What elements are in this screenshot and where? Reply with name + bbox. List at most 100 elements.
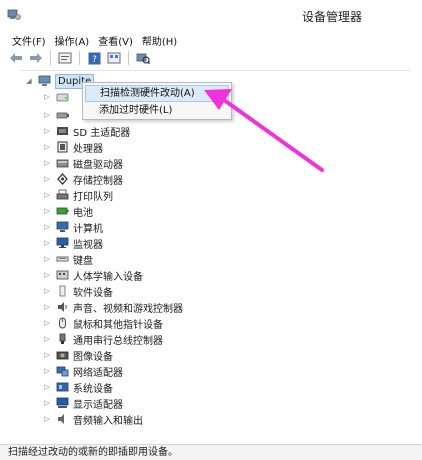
properties-button[interactable] [57, 50, 73, 66]
expand-icon[interactable]: ▷ [42, 335, 52, 343]
tree-item-label: 网络适配器 [73, 367, 123, 379]
tree-item-software-device[interactable]: ▷ 软件设备 [42, 283, 113, 299]
expand-icon[interactable]: ▷ [42, 399, 52, 407]
tree-item-disk-drive[interactable]: ▷ 磁盘驱动器 [42, 155, 123, 171]
tree-item-camera[interactable]: ▷ 图像设备 [42, 347, 113, 363]
expand-icon[interactable]: ▷ [42, 351, 52, 359]
menu-action[interactable]: 操作(A) [51, 31, 95, 48]
audio-io-icon [56, 413, 69, 426]
expand-icon[interactable]: ▷ [42, 319, 52, 327]
tree-item-label: 磁盘驱动器 [73, 159, 123, 171]
forward-button[interactable] [28, 50, 44, 66]
expand-icon[interactable]: ▷ [42, 303, 52, 311]
tree-item-sd-adapter[interactable]: ▷ SD 主适配器 [42, 123, 130, 139]
tree-item-label: 电池 [73, 207, 93, 219]
tree-item-label: 键盘 [73, 255, 93, 267]
device-tree: ◢ Dupite ▷ ▷ ▷ SD 主适配器 ▷ 处理器 ▷ 磁盘驱动器 ▷ 存… [20, 70, 410, 438]
tree-item-battery[interactable]: ▷ 电池 [42, 203, 93, 219]
properties-icon [58, 52, 72, 64]
toolbar-separator [50, 51, 51, 65]
display-adapter-icon [56, 397, 69, 410]
expand-icon[interactable]: ▷ [42, 207, 52, 215]
scan-hardware-button[interactable] [135, 50, 151, 66]
expand-icon[interactable]: ▷ [42, 239, 52, 247]
expand-icon[interactable]: ▷ [42, 367, 52, 375]
tree-item-label: 人体学输入设备 [73, 271, 143, 283]
tree-item-display-adapter[interactable]: ▷ 显示适配器 [42, 395, 123, 411]
expand-icon[interactable]: ▷ [42, 255, 52, 263]
expand-icon[interactable]: ▷ [42, 287, 52, 295]
sound-icon [56, 301, 69, 314]
tree-item-controller[interactable]: ▷ [42, 107, 73, 123]
tree-item-label: 声音、视频和游戏控制器 [73, 303, 183, 315]
tree-item-hid[interactable]: ▷ 人体学输入设备 [42, 267, 143, 283]
tree-item-system-device[interactable]: ▷ 系统设备 [42, 379, 113, 395]
tree-item-monitor[interactable]: ▷ 监视器 [42, 235, 103, 251]
battery-icon [56, 205, 69, 218]
toolbar-separator [128, 51, 129, 65]
tree-item-label: 计算机 [73, 223, 103, 235]
help-icon: ? [88, 52, 100, 65]
menu-view[interactable]: 查看(V) [94, 31, 138, 48]
tree-item-label: 显示适配器 [73, 399, 123, 411]
drive-icon [56, 91, 69, 104]
expand-icon[interactable]: ▷ [42, 93, 52, 101]
tree-item-label: 处理器 [73, 143, 103, 155]
expand-icon[interactable]: ▷ [42, 271, 52, 279]
collapse-icon[interactable]: ◢ [24, 77, 34, 85]
title-bar: 设备管理器 [0, 0, 422, 30]
back-button[interactable] [8, 50, 24, 66]
toolbar-separator [79, 51, 80, 65]
help-button[interactable]: ? [86, 50, 102, 66]
tree-item-keyboard[interactable]: ▷ 键盘 [42, 251, 93, 267]
expand-icon[interactable]: ▷ [42, 223, 52, 231]
view-icon [107, 52, 121, 64]
tree-item-storage-controller[interactable]: ▷ 存储控制器 [42, 171, 123, 187]
system-device-icon [56, 381, 69, 394]
add-legacy-hardware-menu-item[interactable]: 添加过时硬件(L) [85, 102, 229, 119]
expand-icon[interactable]: ▷ [42, 159, 52, 167]
tree-item-computer[interactable]: ▷ 计算机 [42, 219, 103, 235]
svg-text:?: ? [92, 55, 97, 65]
expand-icon[interactable]: ▷ [42, 415, 52, 423]
expand-icon[interactable]: ▷ [42, 127, 52, 135]
tree-item-audio-io[interactable]: ▷ 音频输入和输出 [42, 411, 143, 427]
processor-icon [56, 141, 69, 154]
print-queue-icon [56, 189, 69, 202]
scan-hardware-icon [136, 53, 150, 65]
usb-icon [56, 333, 69, 346]
monitor-icon [56, 237, 69, 250]
tree-item-sound[interactable]: ▷ 声音、视频和游戏控制器 [42, 299, 183, 315]
tree-item-label: 图像设备 [73, 351, 113, 363]
expand-icon[interactable]: ▷ [42, 191, 52, 199]
back-arrow-icon [10, 53, 22, 63]
tree-item-mouse[interactable]: ▷ 鼠标和其他指针设备 [42, 315, 163, 331]
tree-item-usb[interactable]: ▷ 通用串行总线控制器 [42, 331, 163, 347]
tree-item-print-queue[interactable]: ▷ 打印队列 [42, 187, 113, 203]
computer-icon [56, 221, 69, 234]
expand-icon[interactable]: ▷ [42, 111, 52, 119]
forward-arrow-icon [30, 53, 42, 63]
tree-item-label: SD 主适配器 [73, 127, 131, 139]
expand-icon[interactable]: ▷ [42, 383, 52, 391]
keyboard-icon [56, 253, 69, 266]
disk-drive-icon [56, 157, 69, 170]
context-menu: 扫描检测硬件改动(A) 添加过时硬件(L) [82, 82, 232, 120]
software-device-icon [56, 285, 69, 298]
mouse-icon [56, 317, 69, 330]
camera-icon [56, 349, 69, 362]
controller-icon [56, 109, 69, 122]
expand-icon[interactable]: ▷ [42, 143, 52, 151]
tree-item-network[interactable]: ▷ 网络适配器 [42, 363, 123, 379]
sd-adapter-icon [56, 125, 69, 138]
storage-controller-icon [56, 173, 69, 186]
scan-hardware-menu-item[interactable]: 扫描检测硬件改动(A) [85, 85, 229, 102]
toolbar: ? [0, 48, 422, 68]
view-button[interactable] [106, 50, 122, 66]
expand-icon[interactable]: ▷ [42, 175, 52, 183]
menu-file[interactable]: 文件(F) [8, 31, 51, 48]
tree-item-drive[interactable]: ▷ [42, 89, 73, 105]
tree-item-processor[interactable]: ▷ 处理器 [42, 139, 103, 155]
tree-item-label: 系统设备 [73, 383, 113, 395]
menu-help[interactable]: 帮助(H) [138, 31, 182, 48]
